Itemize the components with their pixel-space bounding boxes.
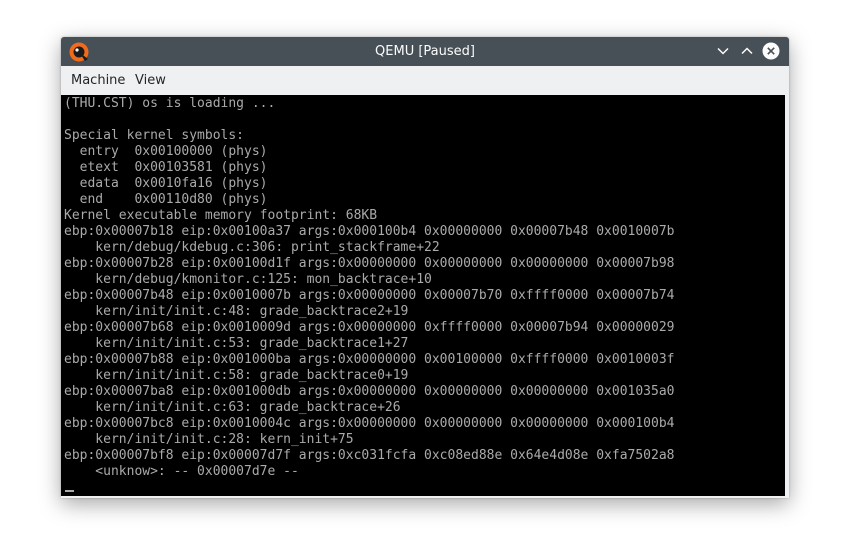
console-line: Special kernel symbols: (64, 128, 245, 143)
console-line: ebp:0x00007bc8 eip:0x0010004c args:0x000… (64, 416, 675, 431)
console-line: kern/init/init.c:53: grade_backtrace1+27 (64, 336, 409, 351)
console-line: ebp:0x00007bf8 eip:0x00007d7f args:0xc03… (64, 448, 675, 463)
console-line: kern/debug/kmonitor.c:125: mon_backtrace… (64, 272, 432, 287)
vm-display[interactable]: (THU.CST) os is loading ... Special kerne… (61, 95, 785, 496)
maximize-button[interactable] (737, 41, 757, 61)
menu-view[interactable]: View (135, 66, 166, 95)
close-icon (762, 42, 780, 60)
console-line: kern/init/init.c:58: grade_backtrace0+19 (64, 368, 409, 383)
console-line: kern/debug/kdebug.c:306: print_stackfram… (64, 240, 440, 255)
qemu-window: QEMU [Paused] Machine View (THU.CST) os … (61, 37, 789, 498)
console-line: ebp:0x00007b68 eip:0x0010009d args:0x000… (64, 320, 675, 335)
console-line: ebp:0x00007b28 eip:0x00100d1f args:0x000… (64, 256, 675, 271)
menu-bar: Machine View (61, 66, 789, 95)
chevron-up-icon (741, 47, 753, 55)
minimize-button[interactable] (713, 41, 733, 61)
console-line: <unknow>: -- 0x00007d7e -- (64, 464, 299, 479)
window-title: QEMU [Paused] (375, 44, 475, 59)
console-line: ebp:0x00007b48 eip:0x0010007b args:0x000… (64, 288, 675, 303)
console-line: ebp:0x00007b18 eip:0x00100a37 args:0x000… (64, 224, 675, 239)
console-line: kern/init/init.c:63: grade_backtrace+26 (64, 400, 401, 415)
menu-machine[interactable]: Machine (71, 66, 125, 95)
console-line: ebp:0x00007ba8 eip:0x001000db args:0x000… (64, 384, 675, 399)
console-line: kern/init/init.c:28: kern_init+75 (64, 432, 354, 447)
chevron-down-icon (717, 47, 729, 55)
console-line: ebp:0x00007b88 eip:0x001000ba args:0x000… (64, 352, 675, 367)
console-output: (THU.CST) os is loading ... Special kerne… (64, 96, 674, 480)
console-line: entry 0x00100000 (phys) (64, 144, 268, 159)
console-line: etext 0x00103581 (phys) (64, 160, 268, 175)
console-line: Kernel executable memory footprint: 68KB (64, 208, 378, 223)
console-line: edata 0x0010fa16 (phys) (64, 176, 268, 191)
text-cursor (65, 490, 74, 492)
console-line: (THU.CST) os is loading ... (64, 96, 276, 111)
title-bar[interactable]: QEMU [Paused] (61, 37, 789, 66)
close-button[interactable] (761, 41, 781, 61)
console-line: end 0x00110d80 (phys) (64, 192, 268, 207)
console-line: kern/init/init.c:48: grade_backtrace2+19 (64, 304, 409, 319)
